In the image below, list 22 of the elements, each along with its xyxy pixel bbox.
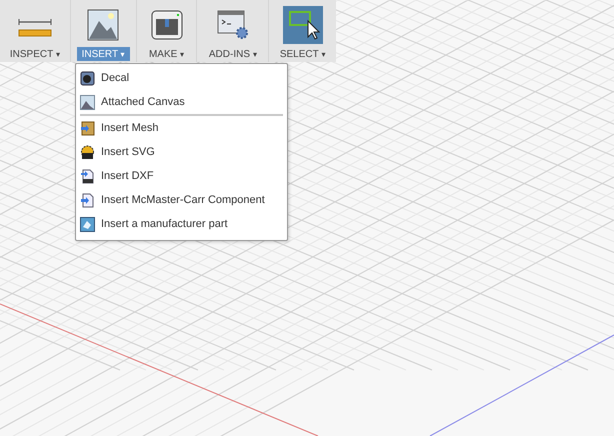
decal-icon	[80, 70, 95, 86]
toolbar-tab[interactable]: ADD-INS ▾	[204, 47, 262, 61]
image-icon	[80, 94, 95, 110]
menu-item[interactable]: Insert McMaster-Carr Component	[76, 188, 287, 212]
menu-item[interactable]: Insert Mesh	[76, 116, 287, 140]
toolbar-tab[interactable]: SELECT ▾	[274, 47, 330, 61]
menu-item[interactable]: Attached Canvas	[76, 90, 287, 114]
menu-item[interactable]: Insert DXF	[76, 164, 287, 188]
toolbar-tab[interactable]: MAKE ▾	[144, 47, 190, 61]
dxf-file-icon	[80, 168, 95, 184]
script-gear-icon	[216, 10, 249, 40]
menu-item[interactable]: Insert a manufacturer part	[76, 212, 287, 236]
image-icon	[87, 9, 120, 41]
printer-icon	[150, 10, 183, 40]
menu-item[interactable]: Insert SVG	[76, 140, 287, 164]
document-import-icon	[80, 192, 95, 208]
mesh-import-icon	[80, 120, 95, 136]
svg-file-icon	[80, 144, 95, 160]
toolbar-icon-button[interactable]	[282, 6, 323, 44]
toolbar-tab[interactable]: INSPECT ▾	[4, 47, 65, 61]
menu-item[interactable]: Decal	[76, 66, 287, 90]
part-import-icon	[80, 216, 95, 232]
